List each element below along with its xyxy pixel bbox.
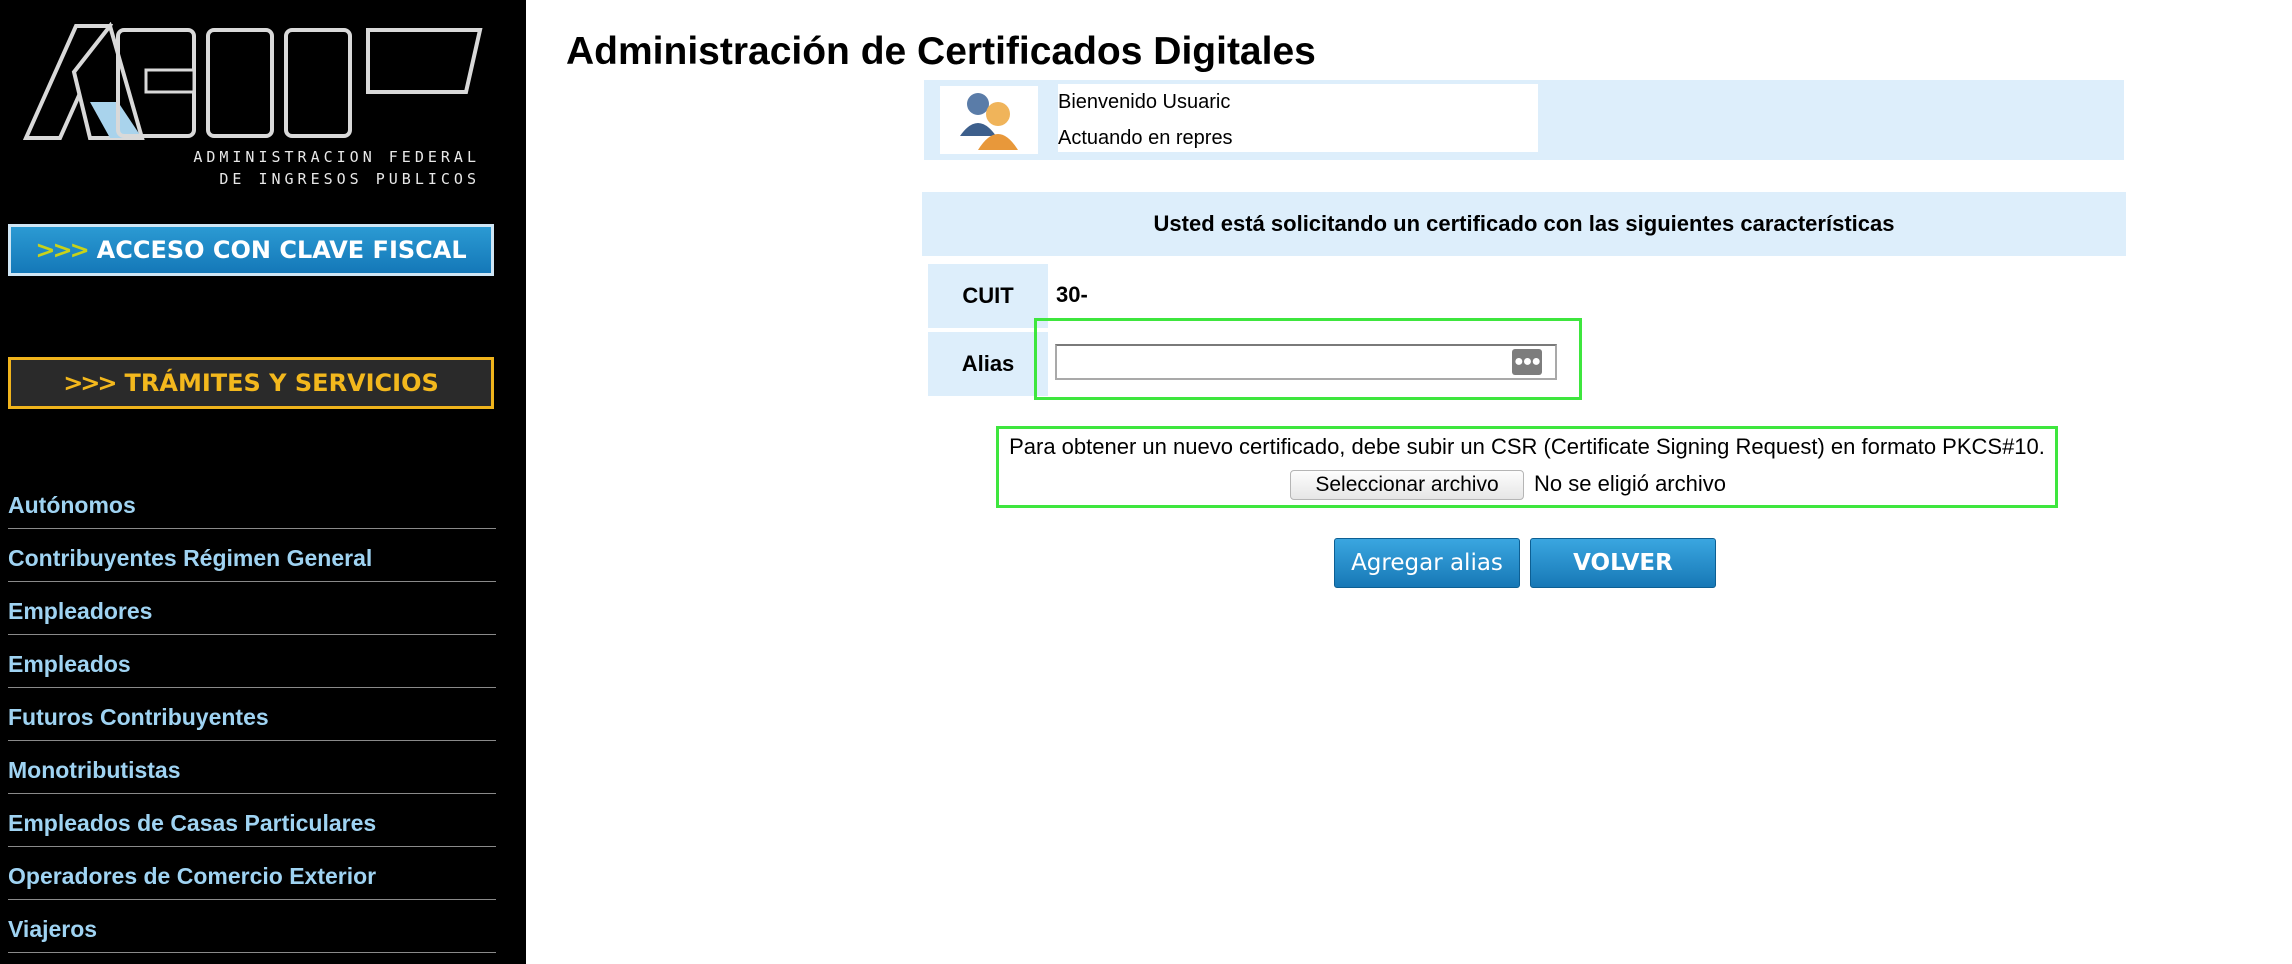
logo-subtitle-line2: DE INGRESOS PUBLICOS [219, 170, 480, 188]
tramites-servicios-label: TRÁMITES Y SERVICIOS [124, 369, 439, 397]
back-button[interactable]: VOLVER [1530, 538, 1716, 588]
chevrons-icon: >>> [35, 236, 89, 264]
cuit-label: CUIT [928, 264, 1048, 328]
logo-subtitle-line1: ADMINISTRACION FEDERAL [193, 148, 480, 166]
users-icon [940, 86, 1038, 154]
sidebar: ADMINISTRACION FEDERAL DE INGRESOS PUBLI… [0, 0, 526, 964]
acting-representation-line: Actuando en repres [1058, 127, 1233, 149]
file-status: No se eligió archivo [1534, 471, 1726, 496]
request-header: Usted está solicitando un certificado co… [922, 192, 2126, 256]
sidebar-item-contribuyentes-regimen-general[interactable]: Contribuyentes Régimen General [8, 529, 496, 582]
page-title: Administración de Certificados Digitales [566, 30, 1316, 73]
cuit-value: 30- [1056, 282, 1088, 307]
sidebar-item-autonomos[interactable]: Autónomos [8, 476, 496, 529]
alias-input[interactable] [1055, 344, 1557, 380]
add-alias-button[interactable]: Agregar alias [1334, 538, 1520, 588]
sidebar-item-empleados[interactable]: Empleados [8, 635, 496, 688]
tramites-servicios-button[interactable]: >>> TRÁMITES Y SERVICIOS [8, 357, 494, 409]
dots-icon[interactable]: ●●● [1512, 349, 1542, 375]
csr-instructions: Para obtener un nuevo certificado, debe … [1009, 434, 2045, 459]
sidebar-menu: Autónomos Contribuyentes Régimen General… [8, 476, 496, 953]
sidebar-item-monotributistas[interactable]: Monotributistas [8, 741, 496, 794]
afip-logo[interactable] [18, 22, 488, 142]
chevrons-icon: >>> [63, 369, 117, 397]
alias-label: Alias [928, 332, 1048, 396]
sidebar-item-empleadores[interactable]: Empleadores [8, 582, 496, 635]
sidebar-item-futuros-contribuyentes[interactable]: Futuros Contribuyentes [8, 688, 496, 741]
sidebar-item-viajeros[interactable]: Viajeros [8, 900, 496, 953]
select-file-button[interactable]: Seleccionar archivo [1290, 470, 1524, 500]
welcome-panel: Bienvenido Usuaric Actuando en repres [924, 80, 2124, 160]
clave-fiscal-label: ACCESO CON CLAVE FISCAL [96, 236, 467, 264]
sidebar-item-empleados-casas-particulares[interactable]: Empleados de Casas Particulares [8, 794, 496, 847]
clave-fiscal-button[interactable]: >>> ACCESO CON CLAVE FISCAL [8, 224, 494, 276]
sidebar-item-operadores-comercio-exterior[interactable]: Operadores de Comercio Exterior [8, 847, 496, 900]
welcome-user-line: Bienvenido Usuaric [1058, 91, 1231, 113]
welcome-text: Bienvenido Usuaric Actuando en repres [1058, 84, 1538, 152]
logo-subtitle: ADMINISTRACION FEDERAL DE INGRESOS PUBLI… [30, 146, 480, 190]
